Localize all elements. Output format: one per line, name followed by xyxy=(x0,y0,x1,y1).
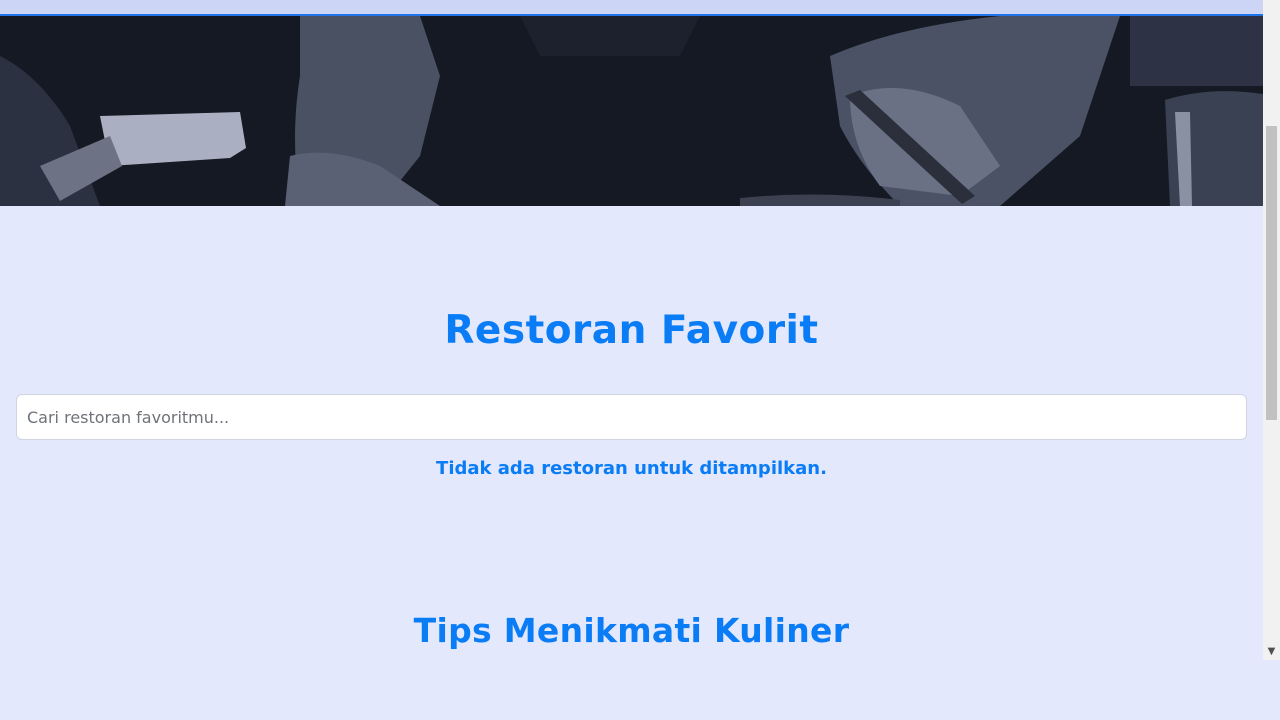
scrollbar-thumb[interactable] xyxy=(1266,126,1277,420)
page-viewport: Restoran Favorit Tidak ada restoran untu… xyxy=(0,0,1263,720)
top-navigation-bar xyxy=(0,0,1263,16)
favorite-search-input[interactable] xyxy=(16,394,1247,440)
empty-state-message: Tidak ada restoran untuk ditampilkan. xyxy=(436,458,827,479)
bottom-gutter xyxy=(1263,660,1280,720)
tips-title: Tips Menikmati Kuliner xyxy=(413,611,850,650)
hero-photo-illustration xyxy=(0,16,1263,206)
favorites-title: Restoran Favorit xyxy=(444,308,819,353)
vertical-scrollbar[interactable]: ▼ xyxy=(1263,0,1280,660)
scroll-down-arrow-icon[interactable]: ▼ xyxy=(1263,644,1280,660)
hero-image xyxy=(0,16,1263,206)
